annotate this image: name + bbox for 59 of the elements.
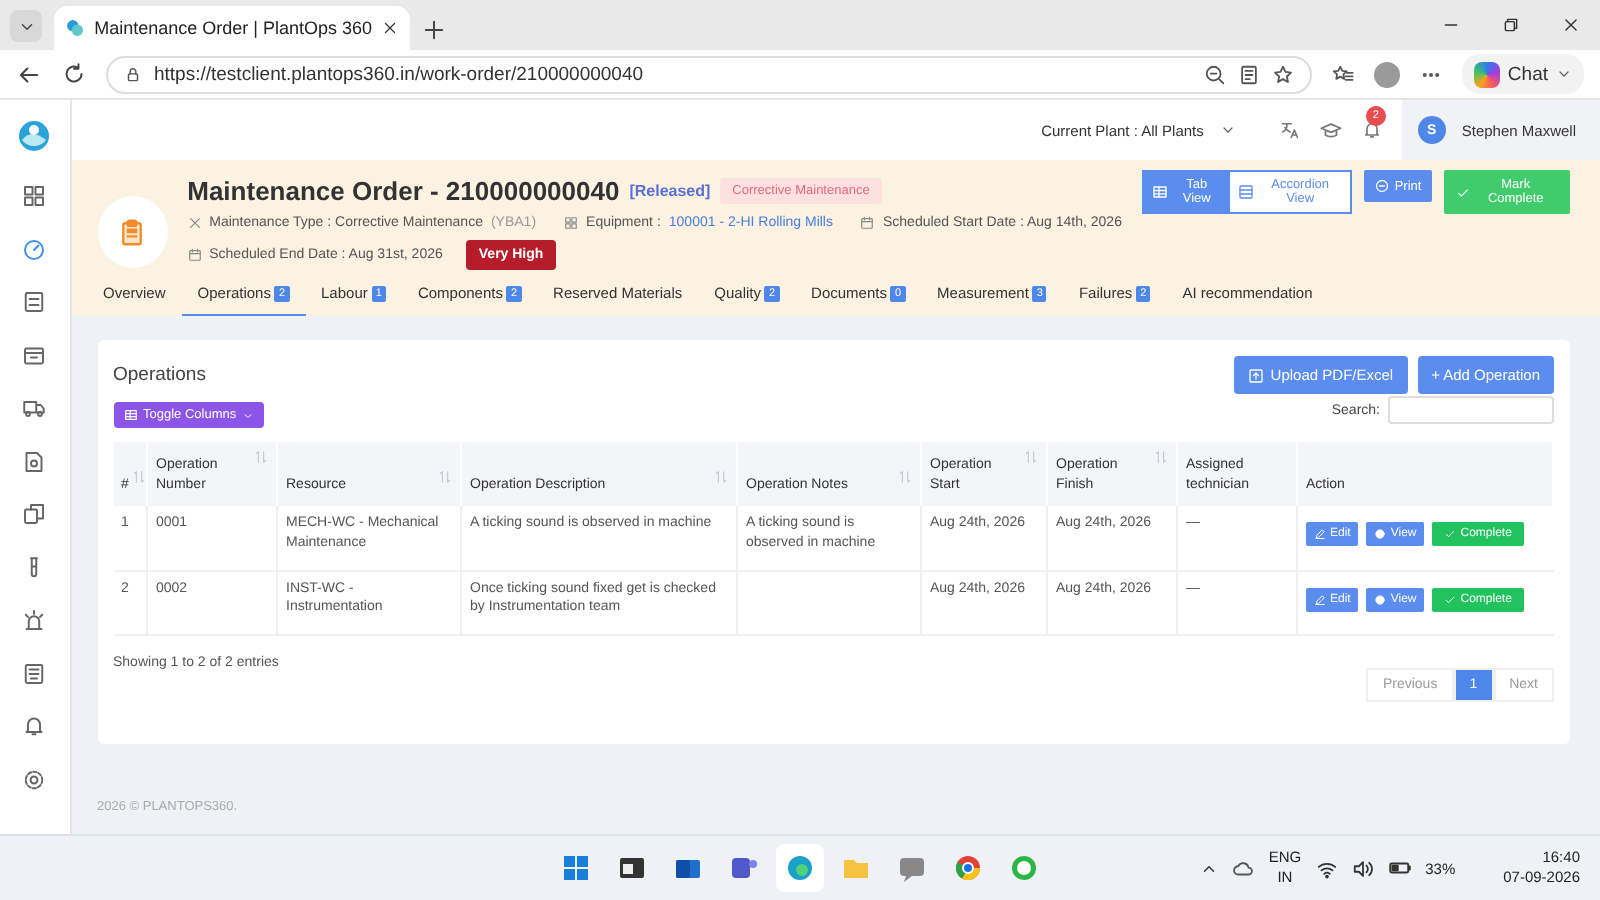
favorites-icon [1331, 63, 1354, 85]
browser-tab[interactable]: Maintenance Order | PlantOps 360 [54, 6, 410, 50]
graduation-cap-icon[interactable] [1319, 119, 1342, 141]
tab-title: Maintenance Order | PlantOps 360 [94, 18, 372, 38]
chrome-icon [952, 852, 984, 885]
grid-icon[interactable] [19, 181, 50, 211]
lock-icon [124, 65, 142, 83]
chat-icon [896, 852, 928, 885]
restore-icon [1501, 16, 1519, 34]
section-title: Operations [113, 364, 206, 386]
cloud-icon[interactable] [1232, 857, 1255, 880]
translate-icon[interactable] [1279, 120, 1300, 140]
upload-icon [1248, 367, 1265, 383]
reload-icon [62, 62, 86, 86]
profile-button[interactable] [1373, 61, 1400, 87]
close-tab-button[interactable] [382, 20, 398, 36]
status-label: [Released] [629, 182, 711, 200]
clipboard-drawing [118, 218, 147, 246]
favorite-button[interactable] [1271, 63, 1294, 85]
table-icon [123, 408, 137, 422]
view-icon [1151, 184, 1168, 200]
reload-button[interactable] [62, 62, 86, 86]
order-title: Maintenance Order - 210000000040 [187, 176, 620, 206]
copilot-icon [1473, 61, 1500, 87]
wifi-icon[interactable] [1315, 857, 1338, 880]
check-icon [1455, 185, 1470, 199]
chevron-icon [1219, 122, 1236, 138]
view-icon [1237, 184, 1254, 200]
back-button[interactable] [16, 61, 42, 87]
chevron-icon [242, 409, 255, 421]
check-icon [1444, 593, 1457, 605]
calendar-icon [860, 216, 875, 230]
copy-icon[interactable] [19, 499, 50, 529]
reader-icon [1237, 63, 1260, 85]
plus-icon [422, 18, 446, 42]
bell-icon[interactable] [1361, 120, 1382, 140]
browser-icon [784, 852, 816, 885]
zoom-out-icon [1203, 63, 1226, 85]
gauge-icon[interactable] [19, 234, 50, 264]
chat-button[interactable]: Chat [1461, 54, 1584, 94]
star-icon [1271, 63, 1294, 85]
close-icon [1561, 16, 1579, 34]
calendar-icon [187, 248, 202, 262]
speaker-icon[interactable] [1351, 857, 1374, 880]
zoom-out-button[interactable] [1203, 63, 1226, 85]
new-tab-button[interactable] [422, 18, 446, 42]
back-arrow-icon [16, 61, 42, 87]
search-field[interactable] [1388, 396, 1554, 424]
browser-app[interactable] [776, 844, 824, 893]
favorites-button[interactable] [1331, 63, 1354, 85]
close-icon [382, 20, 398, 36]
chevron-icon [1556, 66, 1572, 82]
address-bar[interactable]: https://testclient.plantops360.in/work-order/210000000040 [106, 55, 1312, 93]
equipment-icon [564, 216, 579, 230]
start-icon [560, 852, 592, 885]
pencil-icon [1314, 593, 1326, 605]
pencil-icon [1314, 528, 1326, 540]
check-icon [1444, 528, 1457, 540]
reader-button[interactable] [1237, 63, 1260, 85]
